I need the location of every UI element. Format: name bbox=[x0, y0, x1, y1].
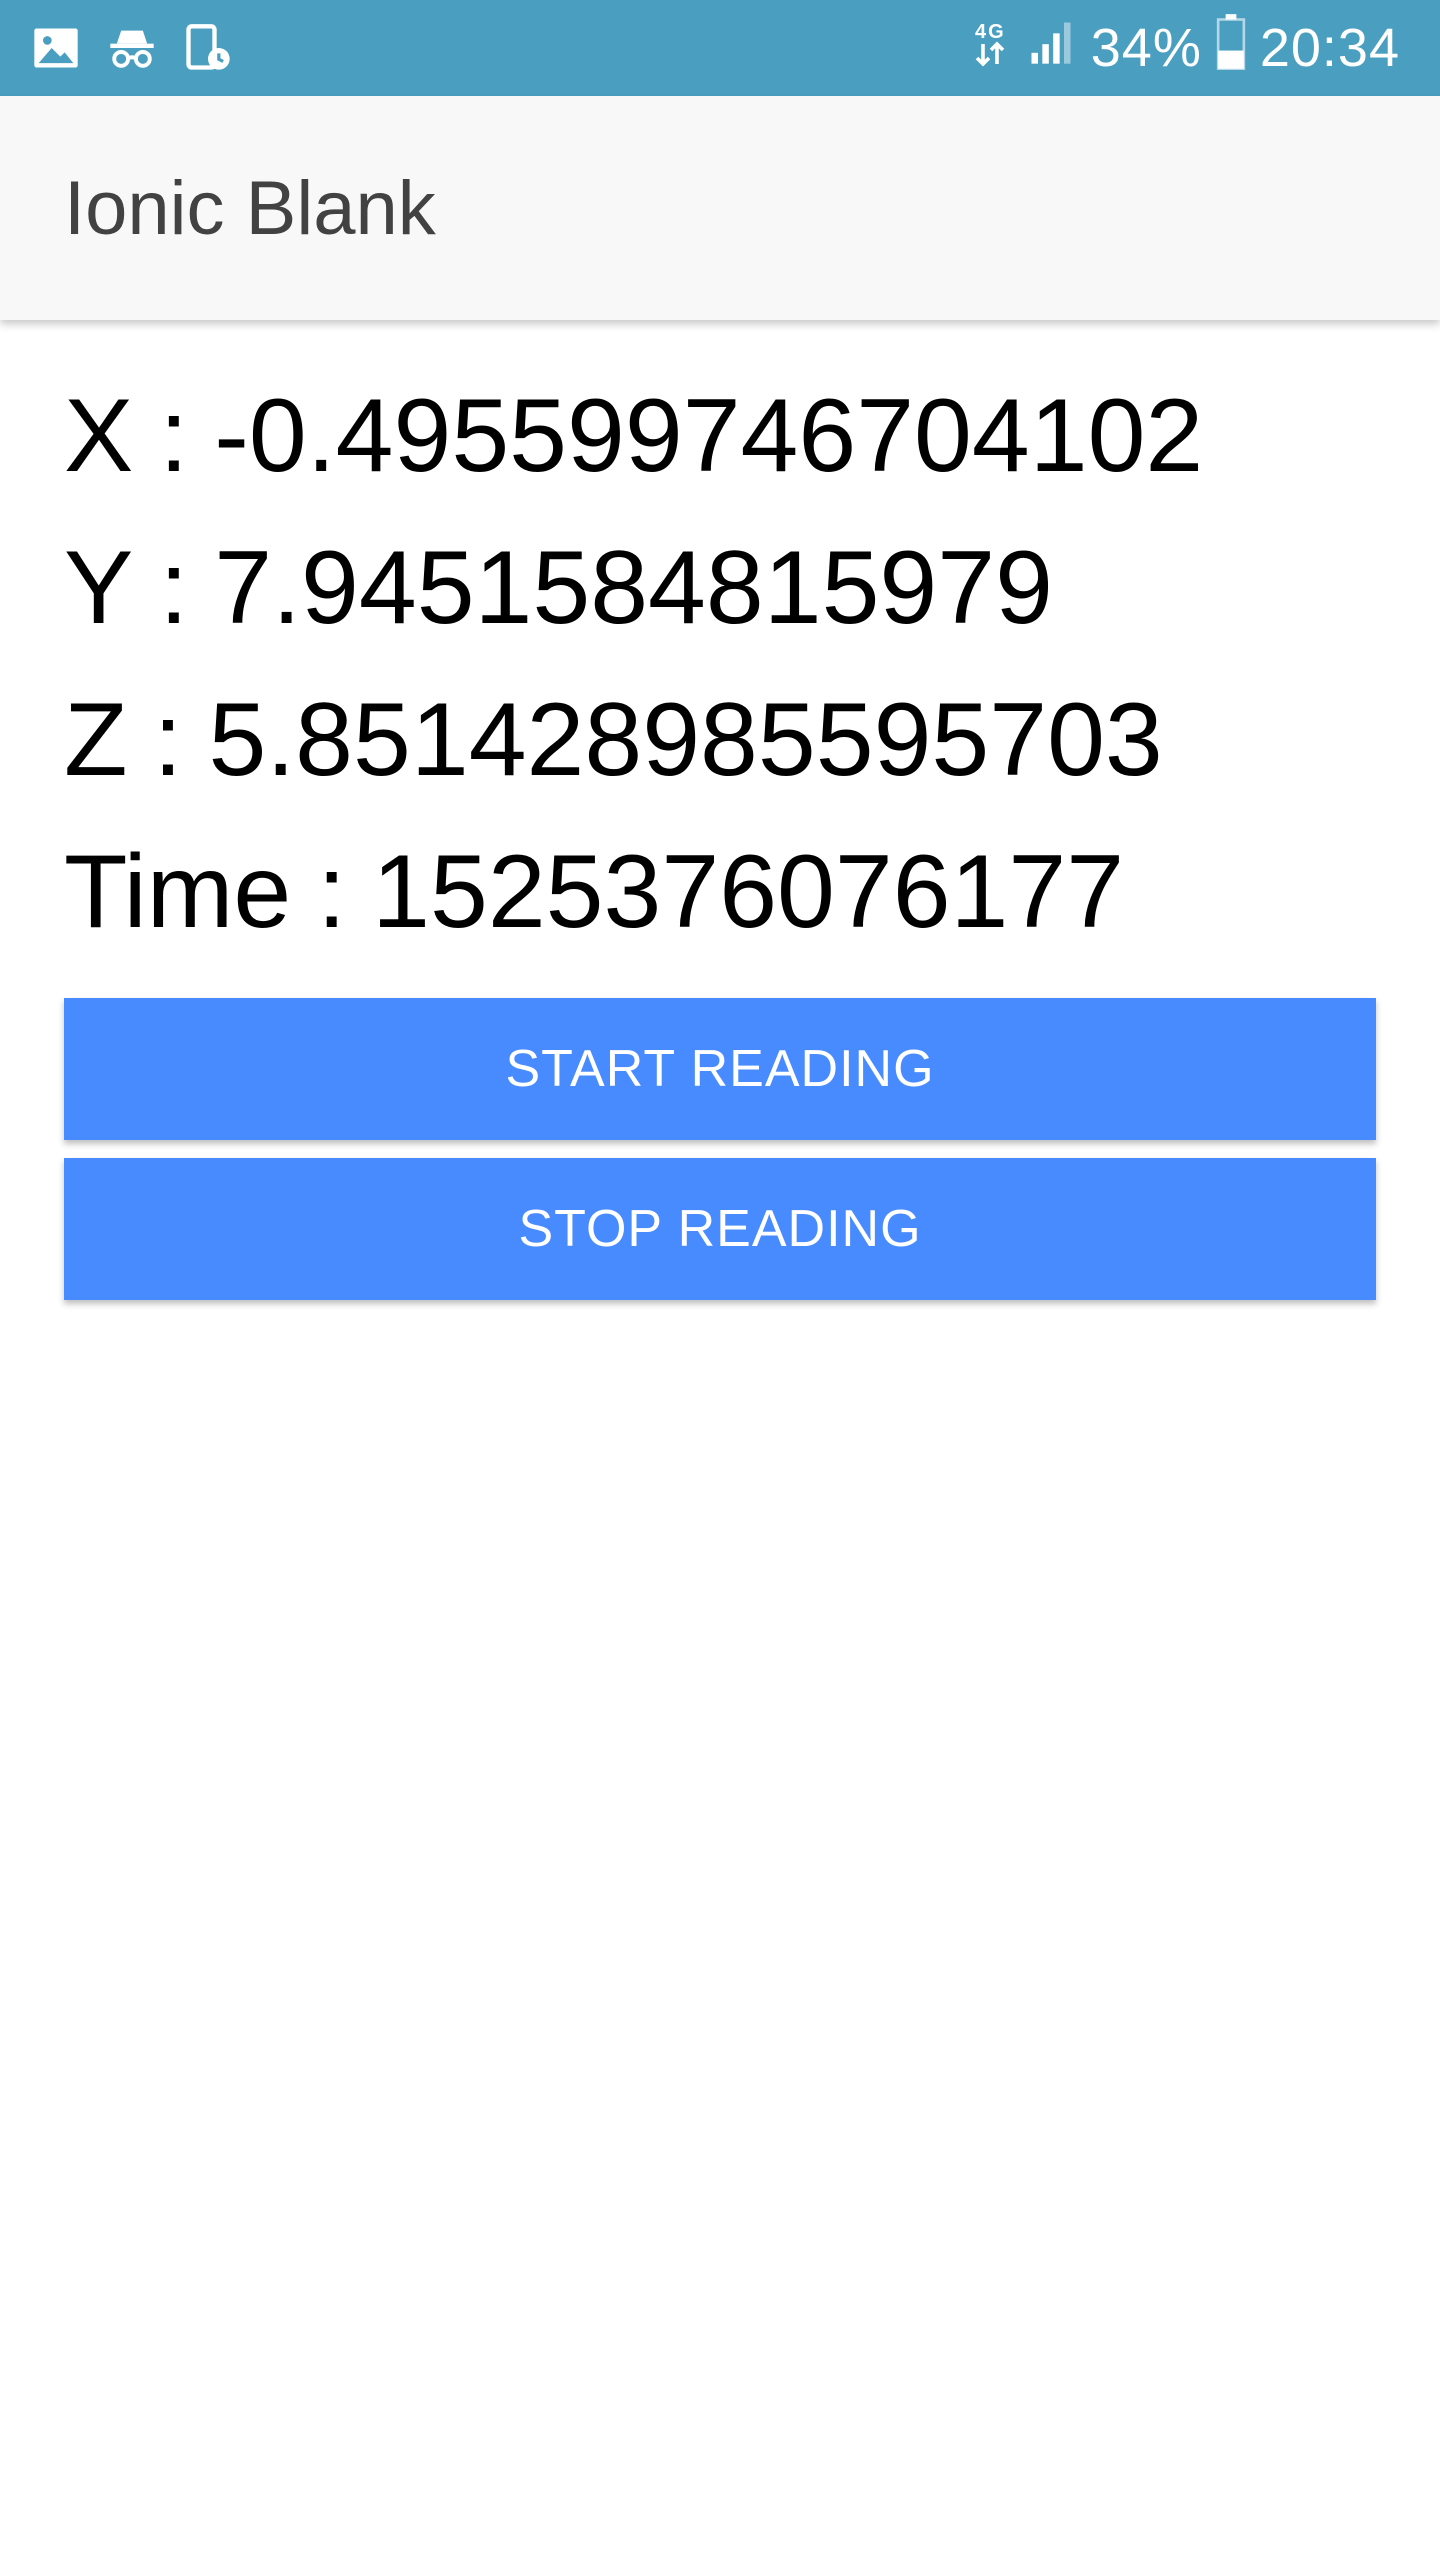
main-content: X : -0.495599746704102 Y : 7.94515848159… bbox=[64, 360, 1376, 1300]
time-reading: Time : 1525376076177 bbox=[64, 816, 1376, 968]
y-reading: Y : 7.9451584815979 bbox=[64, 512, 1376, 664]
start-reading-button[interactable]: START READING bbox=[64, 998, 1376, 1140]
time-separator: : bbox=[317, 833, 347, 950]
x-separator: : bbox=[159, 377, 189, 494]
status-right: 4G 34% 20:34 bbox=[971, 0, 1400, 96]
time-label: Time bbox=[64, 833, 292, 950]
time-value: 1525376076177 bbox=[372, 833, 1125, 950]
network-label: 4G bbox=[975, 21, 1006, 43]
signal-icon bbox=[1025, 16, 1077, 81]
x-reading: X : -0.495599746704102 bbox=[64, 360, 1376, 512]
network-4g-icon: 4G bbox=[971, 16, 1011, 81]
z-label: Z bbox=[64, 681, 128, 798]
screen-record-icon bbox=[182, 22, 234, 74]
page-title: Ionic Blank bbox=[64, 165, 436, 251]
battery-percent: 34% bbox=[1090, 18, 1202, 78]
z-reading: Z : 5.851428985595703 bbox=[64, 664, 1376, 816]
x-label: X bbox=[64, 377, 134, 494]
incognito-icon bbox=[106, 22, 158, 74]
y-separator: : bbox=[159, 529, 189, 646]
z-separator: : bbox=[153, 681, 183, 798]
clock: 20:34 bbox=[1259, 18, 1400, 78]
gallery-icon bbox=[30, 22, 82, 74]
status-bar: 4G 34% 20:34 bbox=[0, 0, 1440, 96]
notification-icons bbox=[30, 22, 234, 74]
toolbar: Ionic Blank bbox=[0, 96, 1440, 320]
stop-reading-button[interactable]: STOP READING bbox=[64, 1158, 1376, 1300]
z-value: 5.851428985595703 bbox=[208, 681, 1163, 798]
y-value: 7.9451584815979 bbox=[214, 529, 1053, 646]
battery-icon bbox=[1216, 13, 1246, 83]
x-value: -0.495599746704102 bbox=[214, 377, 1204, 494]
y-label: Y bbox=[64, 529, 134, 646]
